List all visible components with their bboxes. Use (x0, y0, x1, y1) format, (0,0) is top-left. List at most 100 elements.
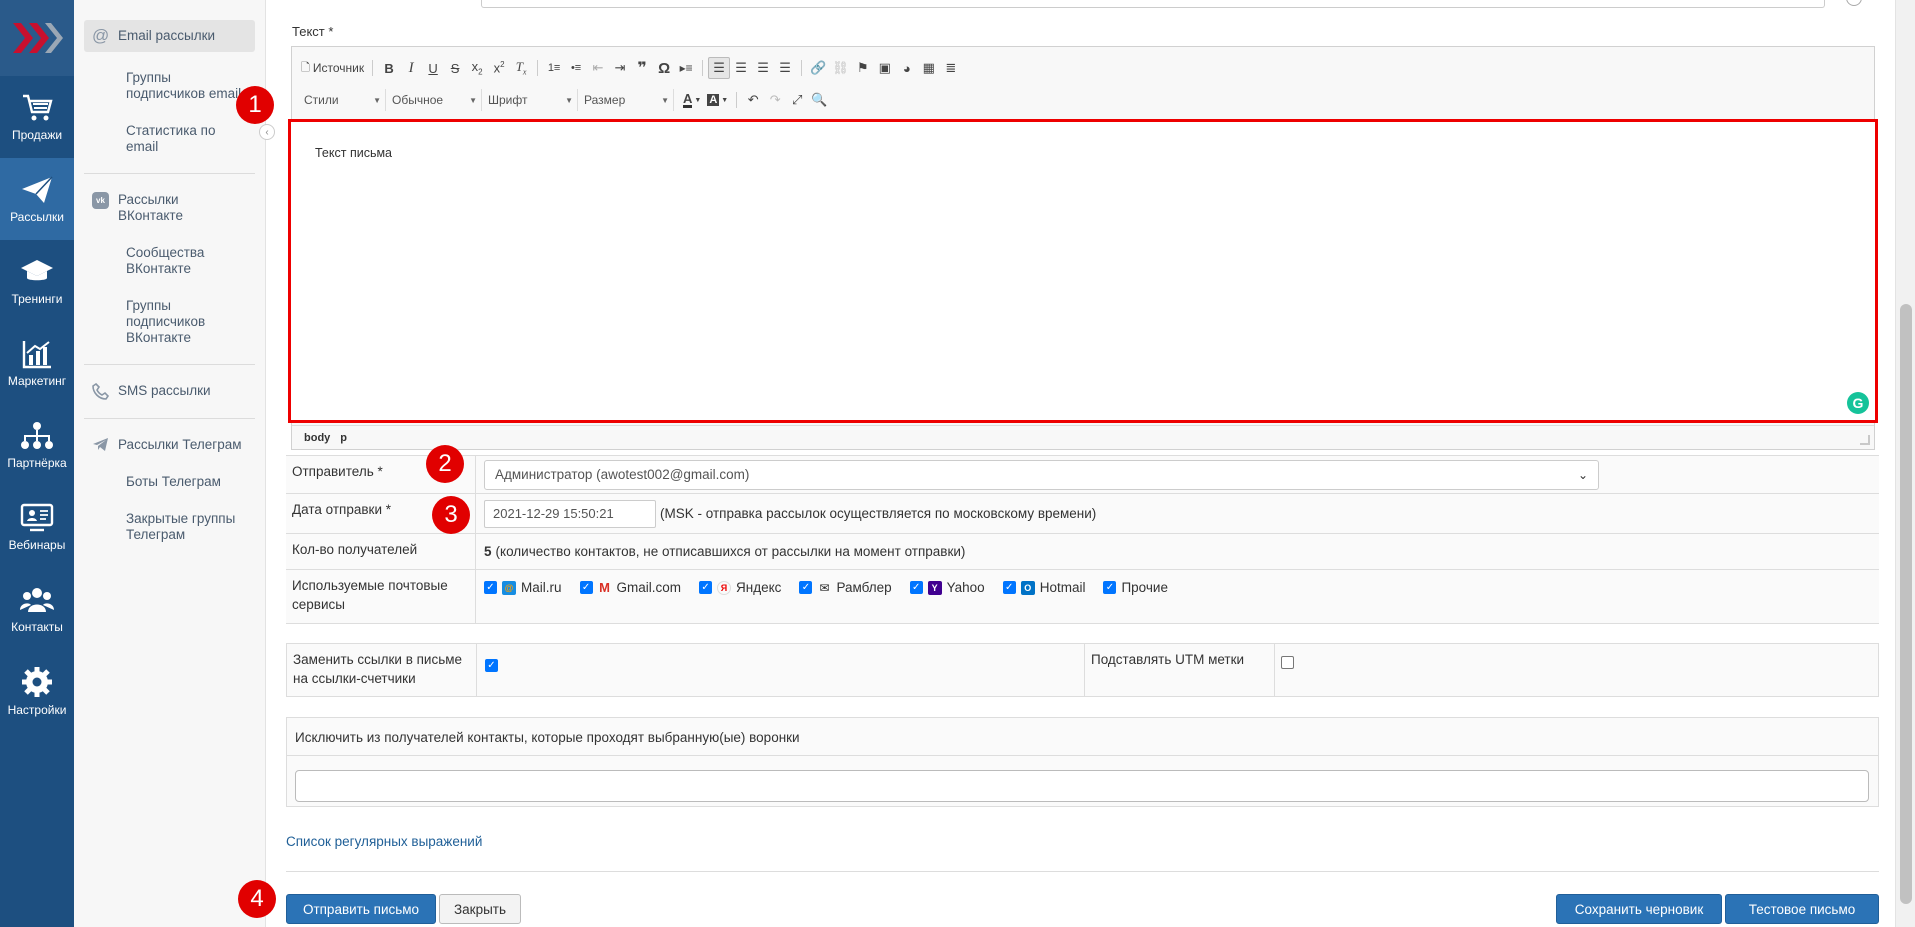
sidebar-item-sms-label: SMS рассылки (118, 383, 211, 398)
utm-checkbox[interactable] (1281, 656, 1294, 669)
table-button[interactable]: ▦ (918, 57, 940, 79)
nav-mailings[interactable]: Рассылки (0, 158, 74, 240)
blockquote-button[interactable]: ❞ (631, 57, 653, 79)
maximize-button[interactable]: ⤢ (786, 89, 808, 111)
styles-dropdown-label: Стили (304, 93, 339, 107)
flash-button[interactable]: ◕ (896, 57, 918, 79)
scrollbar-thumb[interactable] (1900, 304, 1912, 904)
sidebar-collapse-button[interactable]: ‹ (259, 124, 275, 140)
preview-button[interactable]: 🔍 (808, 89, 830, 111)
save-draft-button[interactable]: Сохранить черновик (1556, 894, 1722, 924)
sidebar-divider (84, 418, 255, 419)
close-button[interactable]: Закрыть (439, 894, 521, 924)
service-gmail[interactable]: ✓ M Gmail.com (579, 580, 681, 595)
styles-dropdown[interactable]: Стили ▼ (298, 89, 386, 111)
sidebar-item-vk[interactable]: vk Рассылки ВКонтакте (84, 184, 255, 232)
numbered-list-icon: 1≡ (547, 62, 561, 74)
insert-block-button[interactable]: ▸≡ (675, 57, 697, 79)
page-scrollbar[interactable] (1895, 0, 1915, 927)
nav-contacts[interactable]: Контакты (0, 568, 74, 650)
indent-button[interactable]: ⇥ (609, 57, 631, 79)
format-dropdown[interactable]: Обычное ▼ (386, 89, 482, 111)
service-rambler[interactable]: ✓ ✉ Рамблер (799, 580, 892, 595)
sidebar-item-vk-groups[interactable]: Группы подписчиков ВКонтакте (84, 290, 255, 354)
emoji-button-edge[interactable] (1846, 0, 1862, 6)
test-mail-button[interactable]: Тестовое письмо (1725, 894, 1879, 924)
sender-select[interactable]: Администратор (awotest002@gmail.com) ⌄ (484, 459, 1599, 490)
italic-button[interactable]: I (400, 57, 422, 79)
align-right-button[interactable]: ☰ (752, 57, 774, 79)
service-yandex-checkbox[interactable]: ✓ (699, 581, 713, 594)
bold-button[interactable]: B (378, 57, 400, 79)
align-center-button[interactable]: ☰ (730, 57, 752, 79)
bg-color-button[interactable]: A ▼ (704, 89, 731, 111)
horizontal-line-button[interactable]: ≣ (940, 57, 962, 79)
service-yandex[interactable]: ✓ Я Яндекс (699, 580, 781, 595)
sidebar-item-telegram-bots[interactable]: Боты Телеграм (84, 466, 255, 498)
send-mail-button[interactable]: Отправить письмо (286, 894, 436, 924)
app-logo[interactable] (0, 0, 74, 76)
nav-webinars[interactable]: Вебинары (0, 486, 74, 568)
bullet-list-button[interactable]: •≡ (565, 57, 587, 79)
size-dropdown[interactable]: Размер ▼ (578, 89, 674, 111)
path-item-body[interactable]: body (304, 432, 330, 444)
nav-partners[interactable]: Партнёрка (0, 404, 74, 486)
exclude-funnels-input[interactable] (295, 770, 1869, 802)
chevron-left-icon: ‹ (265, 126, 269, 138)
image-button[interactable]: ▣ (874, 57, 896, 79)
service-yahoo[interactable]: ✓ Y Yahoo (909, 580, 985, 595)
service-other[interactable]: ✓ Прочие (1103, 580, 1168, 595)
nav-trainings[interactable]: Тренинги (0, 240, 74, 322)
flag-icon: ⚑ (856, 60, 869, 75)
editor-content-area[interactable]: Текст письма G (288, 119, 1878, 423)
path-item-p[interactable]: p (340, 432, 347, 444)
sidebar-item-telegram-groups[interactable]: Закрытые группы Телеграм (84, 503, 255, 551)
sidebar-item-vk-communities[interactable]: Сообщества ВКонтакте (84, 237, 255, 285)
redo-button[interactable]: ↷ (764, 89, 786, 111)
service-gmail-checkbox[interactable]: ✓ (579, 581, 593, 594)
numbered-list-button[interactable]: 1≡ (543, 57, 565, 79)
align-justify-button[interactable]: ☰ (774, 57, 796, 79)
sidebar-item-email-groups[interactable]: Группы подписчиков email (84, 62, 255, 110)
remove-format-button[interactable]: Tx (510, 57, 532, 79)
service-mailru[interactable]: ✓ @ Mail.ru (484, 580, 562, 595)
yandex-icon: Я (717, 580, 732, 595)
editor-resize-handle[interactable] (1860, 435, 1870, 445)
recipients-count: 5 (484, 544, 492, 559)
regex-list-link[interactable]: Список регулярных выражений (286, 834, 482, 849)
subject-input-edge[interactable] (481, 0, 1825, 8)
undo-button[interactable]: ↶ (742, 89, 764, 111)
outdent-button[interactable]: ⇤ (587, 57, 609, 79)
underline-button[interactable]: U (422, 57, 444, 79)
service-hotmail[interactable]: ✓ O Hotmail (1002, 580, 1085, 595)
service-rambler-checkbox[interactable]: ✓ (799, 581, 813, 594)
source-button[interactable]: 🗋 Источник (298, 57, 367, 79)
sidebar-item-telegram[interactable]: Рассылки Телеграм (84, 429, 255, 461)
nav-sales[interactable]: Продажи (0, 76, 74, 158)
nav-partners-label: Партнёрка (7, 455, 67, 470)
unlink-icon: ⛓ (832, 60, 849, 75)
font-dropdown[interactable]: Шрифт ▼ (482, 89, 578, 111)
sidebar-item-sms[interactable]: SMS рассылки (84, 375, 255, 408)
service-hotmail-checkbox[interactable]: ✓ (1002, 581, 1016, 594)
unlink-button[interactable]: ⛓ (829, 57, 852, 79)
superscript-button[interactable]: x2 (488, 57, 510, 79)
nav-marketing[interactable]: Маркетинг (0, 322, 74, 404)
subscript-button[interactable]: x2 (466, 57, 488, 79)
text-color-button[interactable]: A ▼ (680, 89, 704, 111)
sidebar-item-email-stats[interactable]: Статистика по email (84, 115, 255, 163)
send-date-input[interactable]: 2021-12-29 15:50:21 (484, 499, 656, 528)
replace-links-checkbox[interactable]: ✓ (485, 659, 498, 672)
special-char-button[interactable]: Ω (653, 57, 675, 79)
service-yahoo-checkbox[interactable]: ✓ (909, 581, 923, 594)
sidebar-item-vk-communities-label: Сообщества ВКонтакте (126, 245, 205, 276)
nav-settings[interactable]: Настройки (0, 650, 74, 732)
anchor-button[interactable]: ⚑ (852, 57, 874, 79)
strikethrough-button[interactable]: S (444, 57, 466, 79)
grammarly-icon[interactable]: G (1847, 392, 1869, 414)
service-other-checkbox[interactable]: ✓ (1103, 581, 1117, 594)
service-mailru-checkbox[interactable]: ✓ (484, 581, 497, 594)
sidebar-item-email[interactable]: @ Email рассылки (84, 20, 255, 52)
link-button[interactable]: 🔗 (807, 57, 829, 79)
align-left-button[interactable]: ☰ (708, 57, 731, 79)
